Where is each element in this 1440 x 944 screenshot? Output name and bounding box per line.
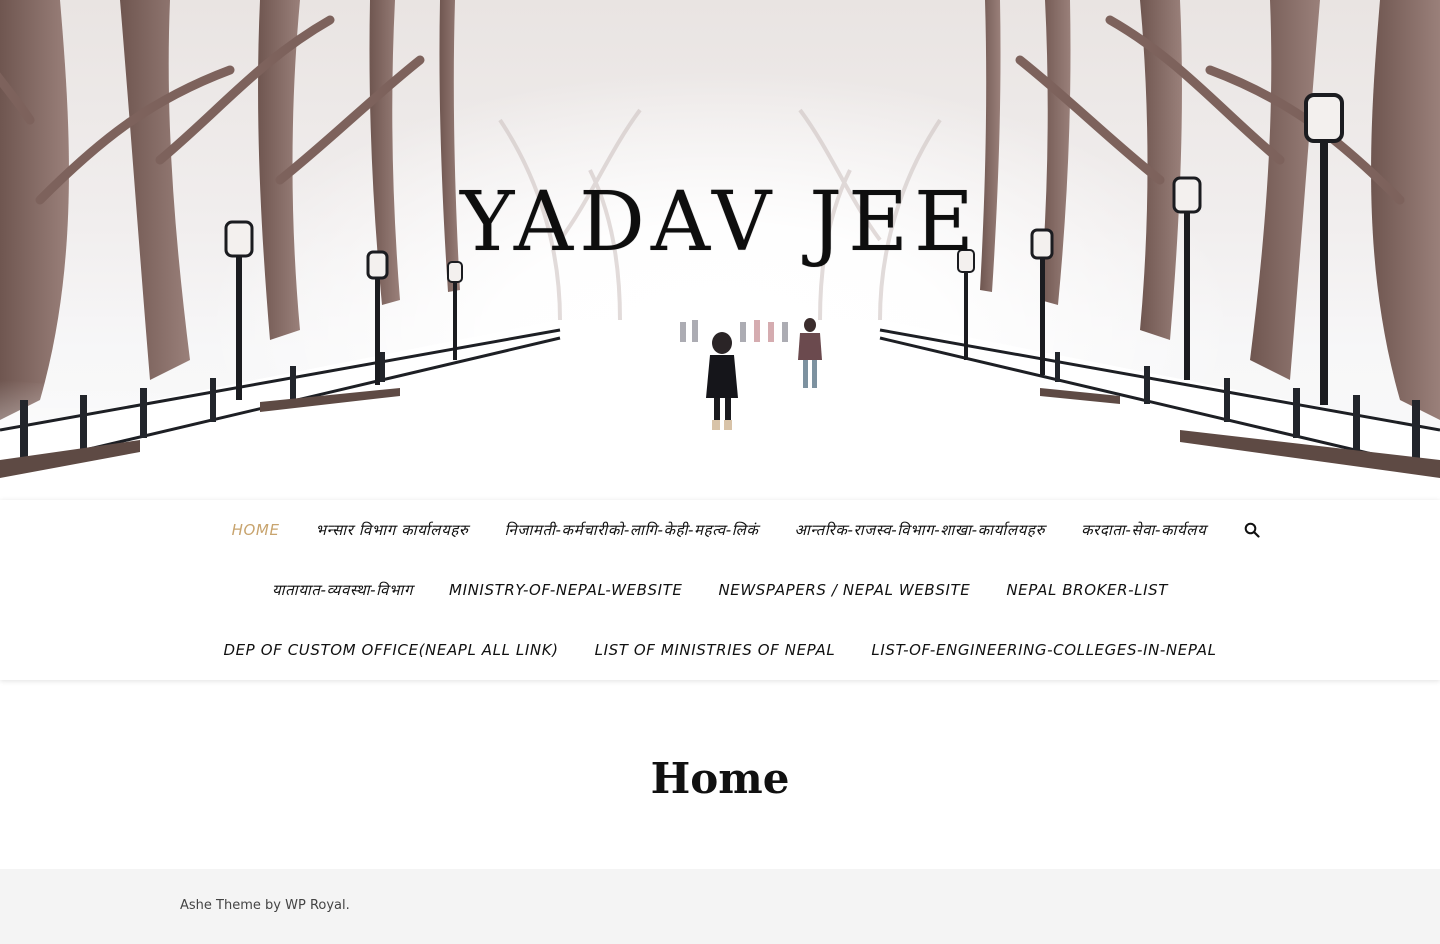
hero-header: YADAV JEE [0,0,1440,500]
page-title: Home [650,754,790,803]
author-link[interactable]: WP Royal [285,898,346,913]
nav-item-home[interactable]: Home [232,521,280,539]
search-icon[interactable] [1244,522,1260,538]
nav-item-custom-office-links[interactable]: Dep of Custom Office(Neapl All Link) [223,641,558,659]
nav-row-2: यातायात-व्यवस्था-विभाग ministry-of-nepal… [0,560,1440,620]
nav-item-customs-offices[interactable]: भन्सार विभाग कार्यालयहरु [316,520,469,540]
nav-item-ministries-list[interactable]: List of Ministries of Nepal [595,641,836,659]
footer-credit: Ashe Theme by WP Royal. [180,898,350,913]
footer-period: . [345,898,350,913]
nav-item-transport-department[interactable]: यातायात-व्यवस्था-विभाग [272,580,413,600]
nav-item-civil-servant-links[interactable]: निजामती-कर्मचारीको-लागि-केही-महत्व-लिकं [505,520,759,540]
footer-by-text: by [265,898,281,913]
nav-item-ministry-websites[interactable]: ministry-of-nepal-website [449,581,682,599]
nav-item-engineering-colleges[interactable]: list-of-engineering-colleges-in-nepal [871,641,1216,659]
site-title[interactable]: YADAV JEE [0,182,1440,264]
main-navigation: Home भन्सार विभाग कार्यालयहरु निजामती-कर… [0,500,1440,680]
main-content: Home [0,680,1440,869]
nav-item-inland-revenue-offices[interactable]: आन्तरिक-राजस्व-विभाग-शाखा-कार्यालयहरु [795,520,1046,540]
nav-item-newspapers[interactable]: Newspapers / Nepal Website [718,581,970,599]
site-footer: Ashe Theme by WP Royal. [0,869,1440,944]
theme-link[interactable]: Ashe Theme [180,898,261,913]
nav-item-taxpayer-service-office[interactable]: करदाता-सेवा-कार्यलय [1081,520,1206,540]
nav-row-3: Dep of Custom Office(Neapl All Link) Lis… [0,620,1440,680]
nav-row-1: Home भन्सार विभाग कार्यालयहरु निजामती-कर… [0,500,1440,560]
nav-item-broker-list[interactable]: Nepal Broker-List [1006,581,1168,599]
